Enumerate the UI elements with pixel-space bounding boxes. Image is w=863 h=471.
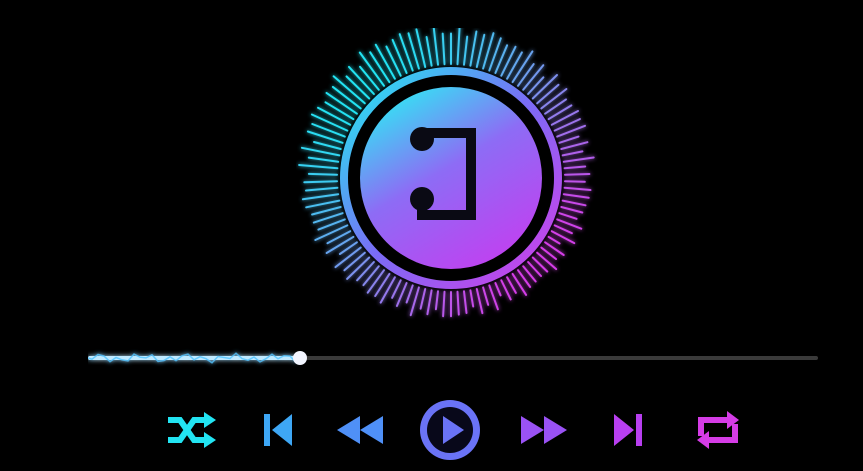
play-button[interactable] — [416, 398, 484, 462]
visualizer-bar — [325, 235, 355, 254]
visualizer-bar — [517, 63, 535, 87]
visualizer-bar — [561, 199, 587, 207]
logo-disc — [360, 87, 542, 269]
audio-visualizer — [296, 28, 606, 328]
visualizer-bar — [356, 261, 375, 282]
visualizer-bar — [303, 180, 338, 184]
repeat-button[interactable] — [688, 398, 748, 462]
shuffle-icon — [168, 412, 216, 448]
visualizer-bar — [305, 199, 341, 209]
visualizer-bar — [405, 284, 414, 304]
visualizer-bar — [442, 290, 446, 318]
visualizer-bar — [531, 74, 558, 100]
visualizer-bar — [482, 286, 490, 306]
visualizer-bar — [305, 186, 339, 192]
visualizer-bar — [469, 289, 475, 308]
visualizer-bar — [536, 83, 560, 105]
visualizer-bar — [560, 141, 589, 150]
visualizer-bar — [441, 32, 446, 66]
visualizer-bar — [469, 30, 478, 67]
visualizer-bar — [558, 135, 580, 144]
visualizer-bar — [540, 88, 568, 110]
visualizer-bar — [366, 269, 385, 294]
visualizer-bar — [432, 28, 439, 66]
shuffle-button[interactable] — [160, 398, 224, 462]
visualizer-bar — [324, 101, 355, 121]
visualizer-bar — [310, 113, 349, 132]
visualizer-bar — [409, 286, 420, 317]
visualizer-bar — [374, 43, 396, 80]
visualizer-bar — [511, 50, 534, 84]
visualizer-bar — [362, 265, 380, 287]
visualizer-graphic — [298, 28, 595, 318]
visualizer-bar — [564, 173, 591, 176]
skip-next-icon — [614, 414, 642, 446]
visualizer-bar — [522, 64, 545, 91]
visualizer-bar — [561, 150, 584, 157]
visualizer-bar — [325, 91, 358, 115]
visualizer-bar — [475, 33, 486, 68]
visualizer-bar — [563, 165, 587, 170]
visualizer-bar — [331, 85, 362, 110]
visualizer-bar — [558, 212, 578, 220]
seek-bar-graphic — [88, 351, 818, 365]
seek-knob[interactable] — [293, 351, 307, 365]
visualizer-bar — [563, 186, 592, 191]
visualizer-bar — [506, 51, 523, 80]
visualizer-bar — [298, 164, 339, 170]
rewind-button[interactable] — [328, 398, 392, 462]
visualizer-bar — [307, 156, 340, 163]
visualizer-bar — [300, 146, 341, 157]
visualizer-bar — [385, 45, 402, 77]
repeat-icon — [697, 411, 739, 449]
visualizer-bar — [434, 290, 439, 311]
music-player — [0, 0, 863, 471]
seek-progress-fill — [88, 352, 300, 364]
play-icon — [420, 400, 480, 460]
visualizer-bar — [314, 224, 349, 241]
visualizer-bar — [553, 224, 573, 235]
rewind-icon — [337, 416, 383, 444]
visualizer-bar — [334, 246, 362, 269]
visualizer-bar — [391, 279, 402, 299]
fast-forward-button[interactable] — [512, 398, 576, 462]
visualizer-bar — [346, 256, 371, 280]
visualizer-bar — [475, 288, 484, 315]
skip-previous-icon — [264, 414, 292, 446]
visualizer-bar — [369, 51, 391, 84]
skip-previous-button[interactable] — [252, 398, 304, 462]
visualizer-bar — [456, 28, 461, 66]
visualizer-bar — [506, 276, 517, 294]
visualizer-bar — [307, 172, 338, 176]
visualizer-bar — [560, 206, 584, 214]
visualizer-bar — [494, 282, 502, 297]
visualizer-bar — [536, 251, 558, 271]
visualizer-bar — [301, 193, 340, 201]
visualizer-bar — [359, 65, 380, 91]
visualizer-bar — [343, 251, 366, 272]
visualizer-bar — [379, 276, 396, 304]
visualizer-bar — [463, 290, 468, 314]
visualizer-bar — [345, 75, 371, 100]
visualizer-bar — [463, 35, 469, 66]
skip-next-button[interactable] — [602, 398, 654, 462]
visualizer-bar — [562, 193, 590, 199]
visualizer-bar — [419, 288, 427, 310]
visualizer-bar — [425, 36, 433, 67]
visualizer-bar — [500, 45, 517, 77]
fast-forward-icon — [521, 416, 567, 444]
visualizer-bar — [313, 141, 342, 150]
visualizer-bar — [426, 289, 433, 316]
visualizer-bar — [562, 156, 595, 163]
seek-bar[interactable] — [88, 346, 818, 370]
playback-controls — [160, 398, 750, 462]
visualizer-bar — [317, 106, 352, 126]
visualizer-bar — [456, 290, 460, 316]
visualizer-bar — [488, 284, 499, 311]
visualizer-bar — [547, 235, 561, 245]
visualizer-bar — [564, 180, 586, 183]
visualizer-bar — [311, 206, 342, 216]
